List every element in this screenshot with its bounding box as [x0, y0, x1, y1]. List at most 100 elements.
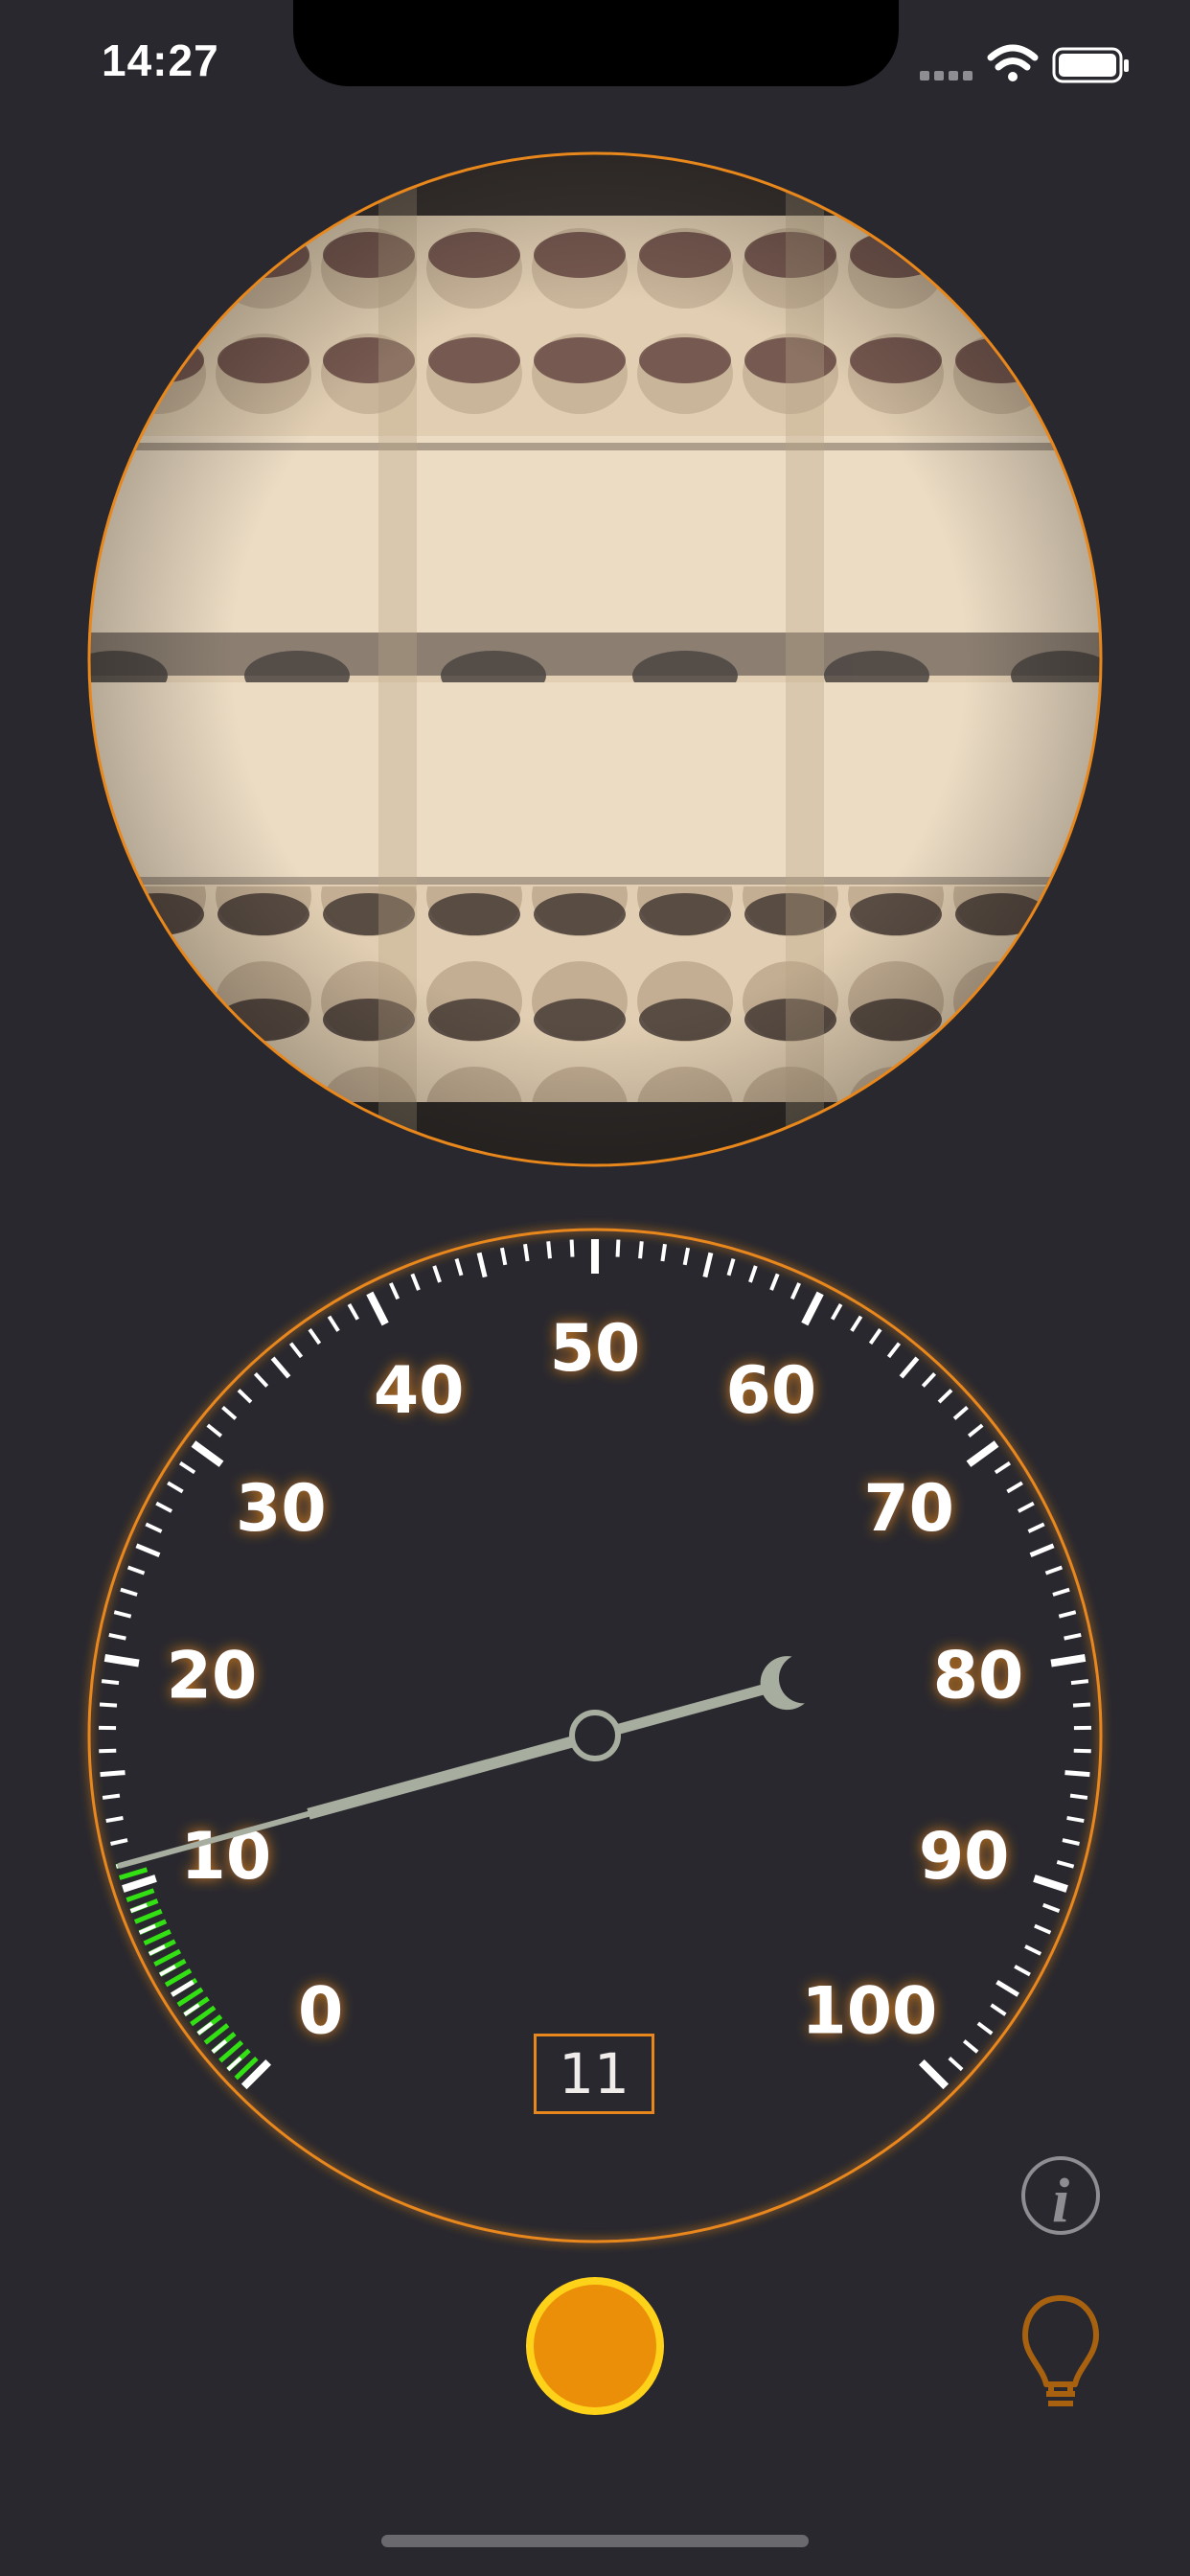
gauge-tick [886, 1342, 902, 1359]
gauge-tick [159, 1965, 176, 1977]
status-time: 14:27 [102, 35, 219, 85]
gauge-tick [135, 1543, 161, 1558]
gauge-tick [366, 1291, 389, 1326]
gauge-tick [327, 1315, 340, 1332]
gauge-tick [171, 1979, 195, 1997]
gauge-tick-label: 50 [550, 1311, 641, 1387]
gauge-tick [237, 1389, 253, 1404]
gauge-tick [206, 1423, 223, 1438]
gauge-tick [937, 1389, 953, 1404]
gauge-tick [110, 1838, 128, 1846]
gauge-tick [748, 1265, 758, 1283]
gauge-tick [1064, 1770, 1090, 1778]
gauge-tick [1066, 1815, 1085, 1824]
gauge-tick [660, 1243, 667, 1262]
gauge-tick [183, 2003, 200, 2016]
needle-shaft-thick [307, 1730, 597, 1820]
gauge-tick [454, 1258, 464, 1276]
gauge-tick [966, 1440, 999, 1467]
green-zone-segment [126, 1888, 155, 1902]
gauge-tick [1069, 1793, 1088, 1800]
gauge-tick [1017, 1501, 1035, 1513]
green-zone-segment [119, 1867, 149, 1880]
app-canvas: 0102030405060708090100 i [87, 44, 1129, 2415]
gauge-tick [308, 1328, 322, 1346]
gauge-tick [952, 1405, 969, 1420]
gauge-tick [948, 2057, 964, 2072]
gauge-tick [196, 2021, 214, 2036]
battery-icon [1052, 47, 1129, 83]
gauge-tick [108, 1632, 126, 1641]
home-indicator[interactable] [381, 2535, 809, 2547]
gauge-tick-labels: 0102030405060708090100 [167, 1311, 1024, 2049]
gauge-tick [221, 1405, 238, 1420]
gauge-tick [1073, 1748, 1091, 1754]
green-zone-segment [133, 1908, 163, 1924]
gauge-tick [615, 1239, 621, 1257]
gauge-tick [1033, 1874, 1068, 1893]
gauge-tick [918, 2058, 950, 2090]
gauge-tick-label: 40 [374, 1353, 465, 1429]
gauge-tick [347, 1303, 360, 1321]
gauge-tick [801, 1291, 824, 1326]
gauge-tick-label: 30 [236, 1471, 327, 1547]
needle-counterweight-cut [778, 1653, 829, 1704]
gauge-tick [1072, 1702, 1091, 1708]
gauge-tick [990, 2003, 1007, 2016]
gauge-tick [790, 1282, 801, 1300]
gauge-tick [546, 1241, 552, 1259]
gauge-tick [1056, 1860, 1075, 1869]
green-zone-segment [143, 1929, 172, 1946]
gauge-tick [1050, 1654, 1087, 1668]
gauge-tick [99, 1748, 117, 1754]
gauge-tick [178, 1460, 196, 1475]
gauge-tick [270, 1356, 291, 1379]
gauge-tick [191, 1440, 224, 1467]
gauge-tick [389, 1282, 400, 1300]
gauge-tick [103, 1654, 140, 1668]
gauge-tick [1014, 1965, 1031, 1977]
gauge-tick [155, 1501, 173, 1513]
gauge-tick [476, 1252, 488, 1278]
gauge-tick [1064, 1632, 1082, 1641]
gauge-tick-label: 20 [167, 1639, 258, 1714]
green-zone-segment [153, 1948, 182, 1967]
gauge-tick [120, 1587, 138, 1597]
gauge-tick [126, 1565, 146, 1576]
gauge-tick [921, 1372, 937, 1388]
gauge-tick [211, 2039, 228, 2054]
needle-hub [569, 1710, 621, 1761]
green-zone-segment [164, 1967, 193, 1988]
gauge-tick [1044, 1565, 1064, 1576]
gauge-tick [105, 1815, 124, 1824]
capture-button-hit[interactable] [525, 2276, 665, 2416]
gauge-tick [830, 1303, 843, 1321]
gauge-tick [967, 1423, 984, 1438]
gauge-tick [226, 2057, 242, 2072]
lightbulb-button[interactable] [1016, 2290, 1106, 2411]
gauge-tick [1058, 1610, 1077, 1619]
gauge-tick [432, 1265, 442, 1283]
gauge-tick [702, 1252, 714, 1278]
gauge-tick-label: 100 [801, 1973, 937, 2049]
signal-dots-icon [920, 71, 973, 80]
gauge-tick [253, 1372, 269, 1388]
gauge-tick [499, 1247, 508, 1266]
gauge-tick [167, 1481, 184, 1494]
gauge-tick [288, 1342, 304, 1359]
gauge-tick-label: 0 [298, 1973, 343, 2049]
gauge-tick [850, 1315, 863, 1332]
gauge-tick [99, 1702, 118, 1708]
gauge-tick-label: 60 [726, 1353, 817, 1429]
info-button[interactable] [1019, 2154, 1102, 2237]
gauge-readout: 11 [534, 2034, 654, 2114]
gauge-tick [995, 1979, 1019, 1997]
gauge-tick [523, 1243, 530, 1262]
wifi-icon [987, 44, 1039, 81]
gauge-tick [1034, 1923, 1052, 1935]
gauge-tick [1024, 1944, 1042, 1956]
device-notch [293, 0, 899, 86]
gauge-tick [1042, 1902, 1061, 1913]
gauge-tick [145, 1522, 163, 1533]
gauge-tick [1027, 1522, 1045, 1533]
